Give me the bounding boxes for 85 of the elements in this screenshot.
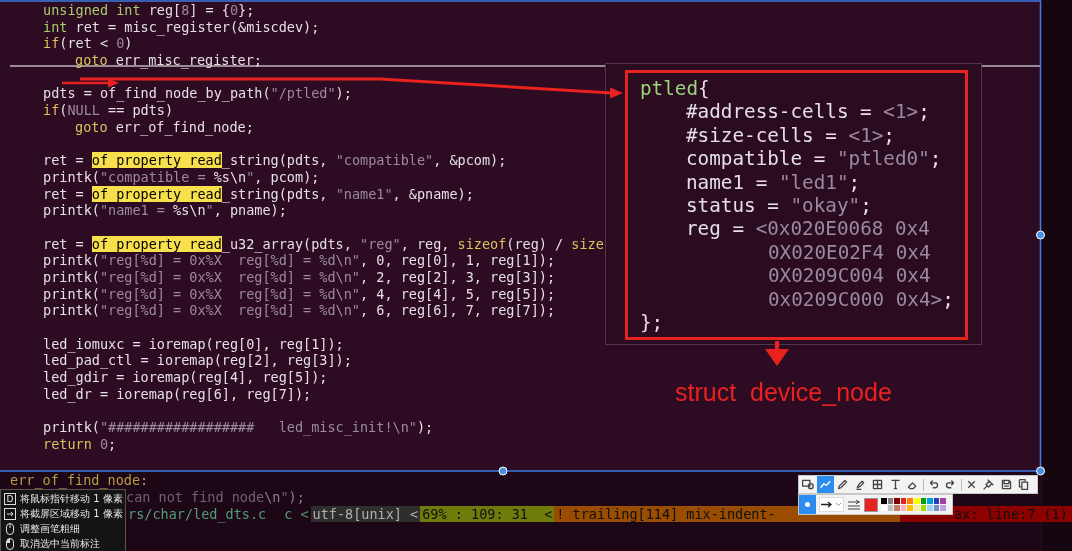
- code-line: pdts = of_find_node_by_path("/ptled");: [43, 85, 352, 102]
- dot-icon: [805, 502, 810, 507]
- color-swatch[interactable]: [920, 505, 927, 511]
- code-line: printk("################## led_misc_init!\n");: [43, 419, 434, 436]
- status-text: c <: [283, 505, 310, 523]
- menu-item[interactable]: D 将鼠标指针移动 1 像素: [4, 491, 123, 507]
- code-line: if(NULL == pdts): [43, 102, 174, 119]
- code-line: led_dr = ioremap(reg[6], reg[7]);: [43, 385, 312, 402]
- code-line: ret = of_property_read_u32_array(pdts, "reg", reg, sizeof(reg) / size: [43, 235, 604, 252]
- color-swatch[interactable]: [894, 505, 900, 511]
- color-swatch[interactable]: [900, 498, 907, 504]
- color-swatch[interactable]: [887, 505, 894, 511]
- code-line: err_of_find_node:: [10, 472, 149, 489]
- code-line: goto err_of_find_node;: [75, 118, 254, 135]
- code-line: led_pad_ctl = ioremap(reg[2], reg[3]);: [43, 352, 352, 369]
- line-style-button[interactable]: [847, 497, 861, 512]
- save-icon: [999, 478, 1013, 491]
- color-swatch[interactable]: [881, 498, 887, 504]
- color-swatch[interactable]: [940, 505, 946, 511]
- code-line: 0X020E02F4 0x4: [768, 240, 931, 264]
- code-line: #size-cells = <1>;: [686, 123, 895, 147]
- code-line: printk("name1 = %s\n", pname);: [43, 202, 287, 219]
- arrow-style-dropdown[interactable]: [819, 497, 844, 512]
- color-swatch[interactable]: [927, 498, 933, 504]
- caret-icon: [835, 502, 842, 507]
- menu-item[interactable]: 调整画笔粗细: [4, 521, 123, 537]
- code-line: 0x0209C000 0x4>;: [768, 287, 954, 311]
- code-line: printk("reg[%d] = 0x%X reg[%d] = %d\n", 2, reg[2], 3, reg[3]);: [43, 269, 556, 285]
- code-line: printk("reg[%d] = 0x%X reg[%d] = %d\n", 6, reg[6], 7, reg[7]);: [43, 302, 556, 319]
- code-line: printk("reg[%d] = 0x%X reg[%d] = %d\n", 0, reg[0], 1, reg[1]);: [43, 252, 556, 269]
- annotation-label: struct device_node: [675, 378, 892, 407]
- color-swatch[interactable]: [907, 498, 913, 504]
- code-line: unsigned int reg[8] = {0};: [43, 2, 255, 18]
- color-swatch[interactable]: [894, 498, 900, 504]
- menu-item[interactable]: 将截屏区域移动 1 像素: [4, 506, 123, 522]
- color-swatch[interactable]: [913, 505, 920, 511]
- color-swatch[interactable]: [881, 505, 887, 511]
- mouse-icon: [4, 522, 16, 535]
- marker-icon: [853, 478, 867, 491]
- mouse-icon: [4, 538, 16, 551]
- menu-item[interactable]: 取消选中当前标注: [4, 536, 123, 551]
- color-swatch[interactable]: [864, 497, 878, 512]
- code-line: ret = of_property_read_string(pdts, "name1", &pname);: [43, 185, 474, 202]
- pin-icon: [982, 478, 996, 491]
- color-swatch[interactable]: [887, 498, 894, 504]
- color-swatch[interactable]: [933, 505, 940, 511]
- copy-icon: [1017, 478, 1031, 491]
- code-line: compatible = "ptled0";: [686, 147, 942, 171]
- color-swatch[interactable]: [920, 498, 927, 504]
- code-line: name1 = "led1";: [686, 170, 861, 194]
- code-line: 0X0209C004 0x4: [768, 264, 931, 288]
- code-line: printk("compatible = %s\n", pcom);: [43, 168, 320, 185]
- code-line: ptled{: [640, 77, 710, 100]
- pen-icon: [836, 478, 850, 491]
- color-swatch[interactable]: [927, 505, 933, 511]
- shape-icon: [801, 478, 815, 491]
- status-text: rs/char/led_dts.c: [127, 505, 268, 523]
- line-icon: [818, 478, 832, 491]
- code-line: #address-cells = <1>;: [686, 100, 930, 124]
- code-line: reg = <0x020E0068 0x4: [686, 217, 930, 241]
- resize-handle[interactable]: [1036, 466, 1045, 476]
- resize-handle[interactable]: [498, 466, 508, 476]
- code-line: };: [640, 310, 664, 334]
- code-line: if(ret < 0): [43, 35, 133, 52]
- color-swatch[interactable]: [933, 498, 940, 504]
- color-swatch[interactable]: [913, 498, 920, 504]
- code-line: led_gdir = ioremap(reg[4], reg[5]);: [43, 369, 328, 386]
- code-line: led_iomuxc = ioremap(reg[0], reg[1]);: [43, 335, 344, 352]
- arrow-icon: [821, 501, 833, 508]
- line-style-icon: [848, 499, 860, 510]
- code-line: return 0;: [43, 435, 117, 452]
- color-swatch[interactable]: [900, 505, 907, 511]
- arrow-key-icon: [4, 507, 16, 520]
- mosaic-icon: [871, 478, 885, 491]
- code-line: can not find node\n");: [126, 488, 305, 505]
- code-line: goto err_misc_register;: [75, 52, 262, 69]
- text-icon: [888, 478, 902, 491]
- resize-handle[interactable]: [1036, 230, 1045, 240]
- code-line: int ret = misc_register(&miscdev);: [43, 18, 320, 35]
- code-line: ret = of_property_read_string(pdts, "compatible", &pcom);: [43, 152, 507, 169]
- color-swatch[interactable]: [907, 505, 913, 511]
- code-line: status = "okay";: [686, 193, 872, 217]
- color-swatch[interactable]: [940, 498, 946, 504]
- code-line: printk("reg[%d] = 0x%X reg[%d] = %d\n", 4, reg[4], 5, reg[5]);: [43, 285, 556, 302]
- key-icon: D: [4, 492, 16, 505]
